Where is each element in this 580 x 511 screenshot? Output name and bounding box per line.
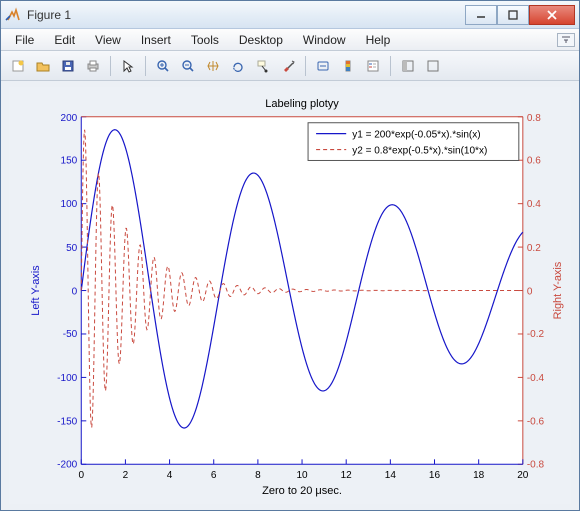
separator bbox=[305, 56, 306, 76]
separator bbox=[145, 56, 146, 76]
svg-text:200: 200 bbox=[61, 113, 78, 124]
matlab-icon bbox=[5, 7, 21, 23]
svg-text:0: 0 bbox=[72, 287, 78, 298]
close-button[interactable] bbox=[529, 5, 575, 25]
svg-text:-200: -200 bbox=[57, 459, 78, 470]
svg-text:-0.4: -0.4 bbox=[527, 373, 545, 384]
menu-help[interactable]: Help bbox=[356, 31, 401, 49]
window-title: Figure 1 bbox=[27, 8, 465, 22]
link-button[interactable] bbox=[312, 55, 334, 77]
legend-button[interactable] bbox=[362, 55, 384, 77]
menu-file[interactable]: File bbox=[5, 31, 44, 49]
svg-text:150: 150 bbox=[61, 155, 78, 166]
svg-text:18: 18 bbox=[473, 470, 485, 481]
svg-text:-50: -50 bbox=[63, 329, 78, 340]
menu-tools[interactable]: Tools bbox=[181, 31, 229, 49]
svg-text:0: 0 bbox=[527, 287, 533, 298]
new-figure-button[interactable] bbox=[7, 55, 29, 77]
svg-text:8: 8 bbox=[255, 470, 261, 481]
svg-text:-0.8: -0.8 bbox=[527, 459, 545, 470]
svg-text:50: 50 bbox=[66, 243, 78, 254]
svg-text:2: 2 bbox=[123, 470, 129, 481]
menubar: File Edit View Insert Tools Desktop Wind… bbox=[1, 29, 579, 51]
svg-text:16: 16 bbox=[429, 470, 441, 481]
menu-window[interactable]: Window bbox=[293, 31, 356, 49]
separator bbox=[110, 56, 111, 76]
svg-text:y1 = 200*exp(-0.05*x).*sin(x): y1 = 200*exp(-0.05*x).*sin(x) bbox=[352, 130, 480, 141]
svg-text:4: 4 bbox=[167, 470, 173, 481]
left-ylabel: Left Y-axis bbox=[30, 265, 42, 316]
svg-text:0.6: 0.6 bbox=[527, 155, 541, 166]
svg-text:y2 = 0.8*exp(-0.5*x).*sin(10*x: y2 = 0.8*exp(-0.5*x).*sin(10*x) bbox=[352, 146, 487, 157]
separator bbox=[390, 56, 391, 76]
pan-button[interactable] bbox=[202, 55, 224, 77]
right-axis: 0.8 0.6 0.4 0.2 0 -0.2 -0.4 -0.6 -0.8 Ri… bbox=[518, 113, 564, 470]
figure-area: Labeling plotyy bbox=[1, 81, 579, 510]
svg-text:-0.6: -0.6 bbox=[527, 417, 545, 428]
pointer-button[interactable] bbox=[117, 55, 139, 77]
svg-text:-100: -100 bbox=[57, 373, 78, 384]
right-ylabel: Right Y-axis bbox=[552, 261, 564, 319]
titlebar: Figure 1 bbox=[1, 1, 579, 29]
window-buttons bbox=[465, 5, 575, 25]
data-cursor-button[interactable] bbox=[252, 55, 274, 77]
axes[interactable]: Labeling plotyy bbox=[9, 87, 571, 504]
svg-text:-150: -150 bbox=[57, 417, 78, 428]
dock-toggle-icon[interactable] bbox=[557, 33, 575, 47]
svg-text:14: 14 bbox=[385, 470, 397, 481]
svg-text:12: 12 bbox=[341, 470, 353, 481]
menu-view[interactable]: View bbox=[85, 31, 131, 49]
menu-desktop[interactable]: Desktop bbox=[229, 31, 293, 49]
hide-tools-button[interactable] bbox=[397, 55, 419, 77]
rotate-button[interactable] bbox=[227, 55, 249, 77]
menu-insert[interactable]: Insert bbox=[131, 31, 181, 49]
svg-text:-0.2: -0.2 bbox=[527, 329, 545, 340]
figure-window: Figure 1 File Edit View Insert Tools Des… bbox=[0, 0, 580, 511]
zoom-in-button[interactable] bbox=[152, 55, 174, 77]
save-button[interactable] bbox=[57, 55, 79, 77]
svg-text:0.4: 0.4 bbox=[527, 199, 541, 210]
svg-text:20: 20 bbox=[517, 470, 529, 481]
brush-button[interactable] bbox=[277, 55, 299, 77]
print-button[interactable] bbox=[82, 55, 104, 77]
left-axis: 200 150 100 50 0 -50 -100 -150 -200 Left… bbox=[30, 113, 86, 470]
xlabel: Zero to 20 μsec. bbox=[262, 485, 342, 497]
maximize-button[interactable] bbox=[497, 5, 529, 25]
plot-title: Labeling plotyy bbox=[265, 98, 339, 110]
open-button[interactable] bbox=[32, 55, 54, 77]
svg-text:0: 0 bbox=[78, 470, 84, 481]
svg-text:6: 6 bbox=[211, 470, 217, 481]
svg-text:0.8: 0.8 bbox=[527, 113, 541, 124]
zoom-out-button[interactable] bbox=[177, 55, 199, 77]
svg-text:100: 100 bbox=[61, 199, 78, 210]
menu-edit[interactable]: Edit bbox=[44, 31, 85, 49]
toolbar bbox=[1, 51, 579, 81]
colorbar-button[interactable] bbox=[337, 55, 359, 77]
svg-text:10: 10 bbox=[296, 470, 308, 481]
svg-text:0.2: 0.2 bbox=[527, 243, 541, 254]
legend[interactable]: y1 = 200*exp(-0.05*x).*sin(x) y2 = 0.8*e… bbox=[308, 123, 519, 161]
show-tools-button[interactable] bbox=[422, 55, 444, 77]
minimize-button[interactable] bbox=[465, 5, 497, 25]
